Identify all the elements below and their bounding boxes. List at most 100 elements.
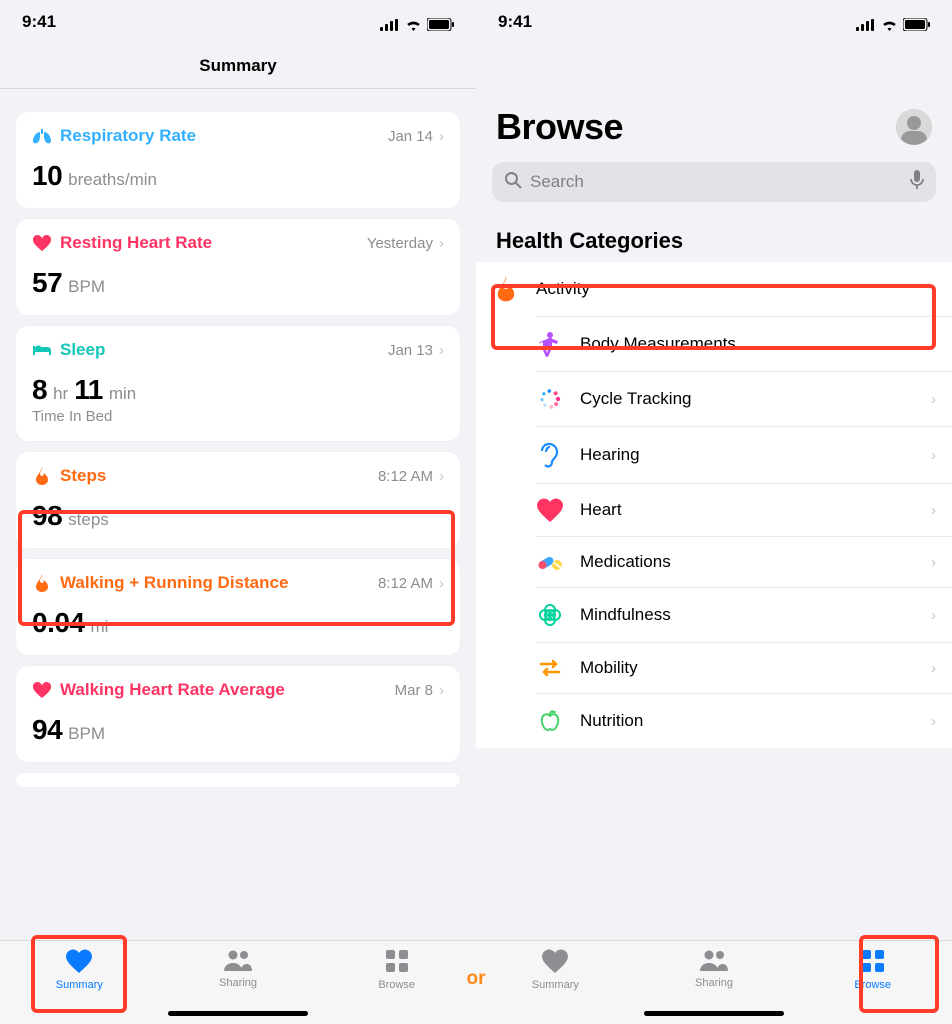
- nav-title: Summary: [0, 44, 476, 88]
- mindfulness-icon: [536, 602, 564, 628]
- card-value-minutes: 11: [74, 374, 103, 406]
- card-unit: BPM: [68, 724, 105, 744]
- card-title-label: Walking Heart Rate Average: [60, 680, 285, 700]
- chevron-right-icon: ›: [931, 281, 936, 298]
- summary-screen: 9:41 Summary Respiratory Rate Jan 14 ›: [0, 0, 476, 1024]
- card-steps[interactable]: Steps 8:12 AM › 98 steps: [16, 452, 460, 548]
- card-show-all[interactable]: [16, 773, 460, 787]
- card-unit-minutes: min: [109, 384, 136, 404]
- search-field[interactable]: Search: [492, 162, 936, 202]
- card-resting-heart-rate[interactable]: Resting Heart Rate Yesterday › 57 BPM: [16, 219, 460, 315]
- category-heart[interactable]: Heart ›: [536, 483, 952, 536]
- card-date-label: Jan 13: [388, 342, 433, 359]
- card-walking-heart-rate[interactable]: Walking Heart Rate Average Mar 8 › 94 BP…: [16, 666, 460, 762]
- person-icon: [536, 331, 564, 357]
- chevron-right-icon: ›: [439, 342, 444, 359]
- browse-screen: 9:41 Browse Search Health Categories Act…: [476, 0, 952, 1024]
- chevron-right-icon: ›: [931, 554, 936, 571]
- microphone-icon[interactable]: [910, 170, 924, 195]
- category-label: Medications: [580, 552, 671, 572]
- grid-icon: [861, 949, 885, 976]
- card-unit: steps: [68, 510, 109, 530]
- bed-icon: [32, 343, 52, 357]
- category-label: Cycle Tracking: [580, 389, 691, 409]
- category-label: Mindfulness: [580, 605, 671, 625]
- card-date-label: Yesterday: [367, 235, 433, 252]
- apple-icon: [536, 708, 564, 734]
- heart-filled-icon: [542, 949, 568, 976]
- heart-filled-icon: [66, 949, 92, 976]
- card-unit: BPM: [68, 277, 105, 297]
- tab-label: Summary: [56, 979, 103, 991]
- profile-avatar[interactable]: [896, 109, 932, 145]
- tab-browse[interactable]: Browse: [793, 941, 952, 1024]
- category-body-measurements[interactable]: Body Measurements ›: [536, 316, 952, 371]
- card-title-label: Resting Heart Rate: [60, 233, 212, 253]
- status-bar: 9:41: [476, 0, 952, 44]
- category-activity[interactable]: Activity ›: [476, 262, 952, 316]
- status-bar: 9:41: [0, 0, 476, 44]
- tab-summary[interactable]: Summary: [476, 941, 635, 1024]
- page-title: Browse: [496, 106, 623, 148]
- category-label: Nutrition: [580, 711, 643, 731]
- wifi-icon: [405, 16, 422, 28]
- category-mobility[interactable]: Mobility ›: [536, 642, 952, 693]
- signal-icon: [380, 16, 400, 28]
- category-label: Hearing: [580, 445, 640, 465]
- chevron-right-icon: ›: [931, 713, 936, 730]
- arrows-icon: [536, 657, 564, 679]
- card-unit-hours: hr: [53, 384, 68, 404]
- card-unit: mi: [91, 617, 109, 637]
- category-mindfulness[interactable]: Mindfulness ›: [536, 587, 952, 642]
- tab-label: Summary: [532, 979, 579, 991]
- category-medications[interactable]: Medications ›: [536, 536, 952, 587]
- tab-summary[interactable]: Summary: [0, 941, 159, 1024]
- cycle-icon: [536, 386, 564, 412]
- category-hearing[interactable]: Hearing ›: [536, 426, 952, 483]
- category-label: Mobility: [580, 658, 638, 678]
- card-date-label: 8:12 AM: [378, 575, 433, 592]
- tab-label: Sharing: [219, 977, 257, 989]
- card-walking-running-distance[interactable]: Walking + Running Distance 8:12 AM › 0.0…: [16, 559, 460, 655]
- lungs-icon: [32, 128, 52, 144]
- summary-cards: Respiratory Rate Jan 14 › 10 breaths/min…: [0, 89, 476, 940]
- card-value: 10: [32, 160, 62, 192]
- pills-icon: [536, 551, 564, 573]
- status-time: 9:41: [498, 12, 532, 32]
- chevron-right-icon: ›: [931, 502, 936, 519]
- flame-icon: [492, 276, 520, 302]
- section-health-categories: Health Categories: [496, 228, 932, 254]
- chevron-right-icon: ›: [439, 235, 444, 252]
- people-icon: [223, 949, 253, 974]
- card-date-label: Jan 14: [388, 128, 433, 145]
- heart-icon: [536, 498, 564, 522]
- tab-bar: Summary Sharing Browse: [476, 940, 952, 1024]
- home-indicator[interactable]: [168, 1011, 308, 1016]
- battery-icon: [427, 16, 454, 29]
- flame-icon: [32, 467, 52, 485]
- home-indicator[interactable]: [644, 1011, 784, 1016]
- card-title-label: Respiratory Rate: [60, 126, 196, 146]
- heart-icon: [32, 235, 52, 251]
- or-divider: or: [467, 968, 486, 990]
- chevron-right-icon: ›: [931, 607, 936, 624]
- card-title-label: Sleep: [60, 340, 105, 360]
- card-title-label: Walking + Running Distance: [60, 573, 288, 593]
- chevron-right-icon: ›: [439, 468, 444, 485]
- people-icon: [699, 949, 729, 974]
- category-list: Activity › Body Measurements › Cycle Tra…: [476, 262, 952, 748]
- chevron-right-icon: ›: [439, 575, 444, 592]
- card-value-hours: 8: [32, 374, 47, 406]
- chevron-right-icon: ›: [439, 682, 444, 699]
- tab-browse[interactable]: Browse: [317, 941, 476, 1024]
- category-cycle-tracking[interactable]: Cycle Tracking ›: [536, 371, 952, 426]
- chevron-right-icon: ›: [931, 447, 936, 464]
- category-label: Activity: [536, 279, 590, 299]
- tab-label: Sharing: [695, 977, 733, 989]
- category-nutrition[interactable]: Nutrition ›: [536, 693, 952, 748]
- signal-icon: [856, 16, 876, 28]
- tab-label: Browse: [378, 979, 415, 991]
- card-unit: breaths/min: [68, 170, 157, 190]
- card-sleep[interactable]: Sleep Jan 13 › 8 hr 11 min Time In Bed: [16, 326, 460, 441]
- card-respiratory-rate[interactable]: Respiratory Rate Jan 14 › 10 breaths/min: [16, 112, 460, 208]
